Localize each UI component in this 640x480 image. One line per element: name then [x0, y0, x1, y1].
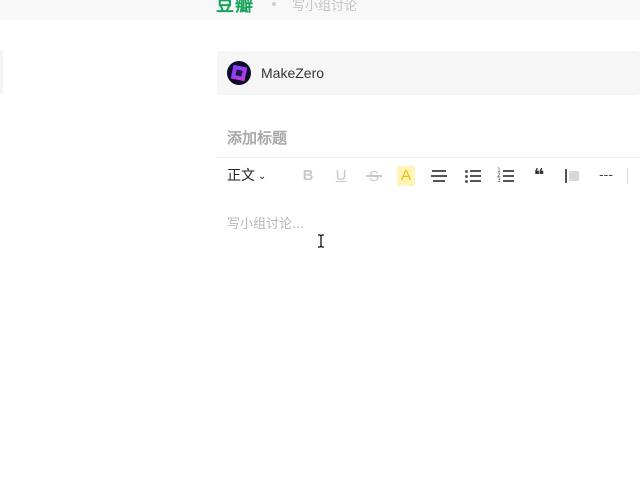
strikethrough-icon: S: [366, 166, 382, 186]
toolbar-separator: [627, 166, 631, 186]
align-button[interactable]: [431, 166, 447, 186]
paragraph-style-label: 正文: [227, 168, 255, 184]
breadcrumb: 写小组讨论: [292, 0, 358, 14]
bullet-list-button[interactable]: [465, 166, 481, 186]
strikethrough-button[interactable]: S: [366, 166, 382, 186]
highlight-button[interactable]: A: [397, 166, 415, 186]
makezero-logo-icon: [230, 64, 248, 82]
group-avatar: [227, 61, 251, 85]
code-block-button[interactable]: [565, 166, 579, 186]
group-name: MakeZero: [261, 65, 325, 81]
editor-toolbar: 正文 ⌄ B U S A 1 2 3 ❝ ---: [217, 158, 640, 194]
align-center-icon: [431, 168, 447, 184]
quote-button[interactable]: ❝: [530, 166, 548, 186]
group-selector[interactable]: MakeZero: [217, 51, 640, 95]
code-block-icon: [565, 169, 579, 183]
douban-logo[interactable]: 豆瓣: [216, 0, 254, 17]
horizontal-rule-button[interactable]: ---: [595, 166, 617, 186]
breadcrumb-separator: [272, 2, 276, 6]
text-cursor-icon: [318, 234, 324, 248]
body-input[interactable]: [227, 213, 617, 235]
underline-button[interactable]: U: [334, 166, 348, 186]
numbered-list-button[interactable]: 1 2 3: [497, 166, 514, 186]
chevron-down-icon: ⌄: [258, 171, 267, 182]
numbered-list-icon: 1 2 3: [497, 168, 514, 184]
paragraph-style-select[interactable]: 正文 ⌄: [227, 166, 266, 186]
bullet-list-icon: [465, 168, 481, 184]
title-input[interactable]: [227, 126, 607, 150]
bold-button[interactable]: B: [301, 166, 315, 186]
top-bar: 豆瓣 写小组讨论: [0, 0, 640, 20]
sidebar-edge: [0, 50, 3, 94]
